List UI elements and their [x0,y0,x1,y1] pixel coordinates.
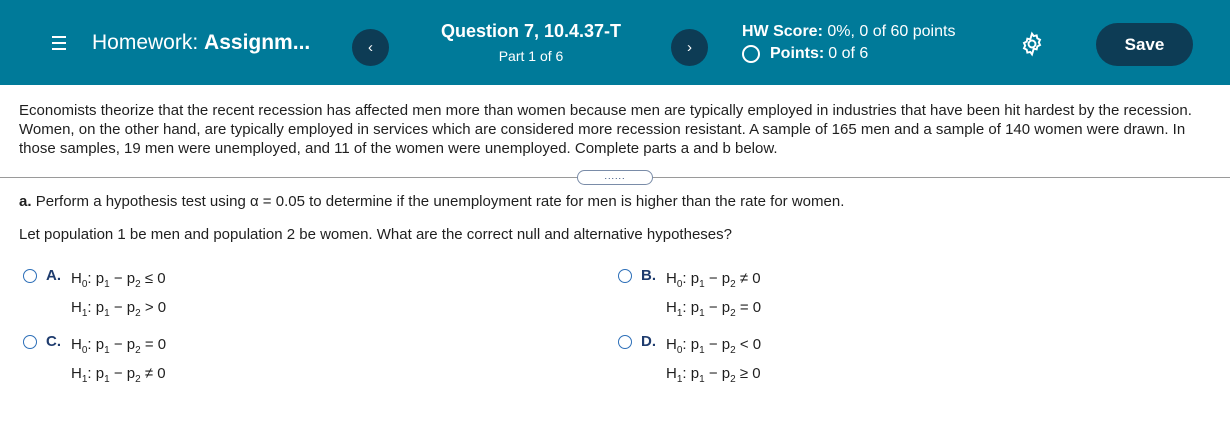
null-hypothesis: H0: p1 − p2 ≤ 0 [71,270,166,290]
null-hypothesis: H0: p1 − p2 < 0 [666,336,762,356]
question-part: Part 1 of 6 [498,48,564,64]
choice-letter: D. [641,333,656,350]
points-value: 0 of 6 [828,45,869,62]
choice-d[interactable]: D. H0: p1 − p2 < 0 H1: p1 − p2 ≥ 0 [618,333,761,391]
hw-score-value: 0%, 0 of 60 points [827,23,956,40]
points-status: Points: 0 of 6 [742,45,868,63]
top-bar: Homework: Assignm... ‹ Question 7, 10.4.… [0,0,1230,85]
save-button[interactable]: Save [1096,23,1193,66]
radio-button[interactable] [618,269,632,283]
hamburger-menu-icon[interactable] [52,36,66,50]
next-question-button[interactable]: › [671,29,708,66]
progress-circle-icon [742,45,760,63]
choice-letter: A. [46,267,61,284]
hw-score-label: HW Score: [742,23,823,40]
expand-toggle-button[interactable]: ...... [577,170,653,185]
null-hypothesis: H0: p1 − p2 = 0 [71,336,167,356]
homework-title: Homework: Assignm... [92,31,310,55]
question-prompt: Let population 1 be men and population 2… [19,226,732,243]
choice-letter: B. [641,267,656,284]
radio-button[interactable] [23,335,37,349]
hypotheses: H0: p1 − p2 < 0 H1: p1 − p2 ≥ 0 [666,333,761,391]
question-title: Question 7, 10.4.37-T [440,21,622,41]
radio-button[interactable] [618,335,632,349]
hypotheses: H0: p1 − p2 = 0 H1: p1 − p2 ≠ 0 [71,333,166,391]
gear-icon[interactable] [1019,31,1045,57]
radio-button[interactable] [23,269,37,283]
homework-prefix: Homework: [92,31,199,54]
choice-letter: C. [46,333,61,350]
null-hypothesis: H0: p1 − p2 ≠ 0 [666,270,761,290]
previous-question-button[interactable]: ‹ [352,29,389,66]
problem-statement: Economists theorize that the recent rece… [19,102,1192,157]
choice-a[interactable]: A. H0: p1 − p2 ≤ 0 H1: p1 − p2 > 0 [23,267,166,325]
choice-b[interactable]: B. H0: p1 − p2 ≠ 0 H1: p1 − p2 = 0 [618,267,761,325]
alternative-hypothesis: H1: p1 − p2 = 0 [666,299,762,319]
alternative-hypothesis: H1: p1 − p2 ≥ 0 [666,365,761,385]
question-info: Question 7, 10.4.37-T Part 1 of 6 [400,21,662,64]
hypotheses: H0: p1 − p2 ≠ 0 H1: p1 − p2 = 0 [666,267,761,325]
part-a-letter: a. [19,193,32,210]
choice-c[interactable]: C. H0: p1 − p2 = 0 H1: p1 − p2 ≠ 0 [23,333,166,391]
hw-score: HW Score: 0%, 0 of 60 points [742,23,955,41]
homework-name: Assignm... [204,31,311,54]
part-a-instruction: a. Perform a hypothesis test using α = 0… [19,193,844,210]
alternative-hypothesis: H1: p1 − p2 > 0 [71,299,167,319]
hypotheses: H0: p1 − p2 ≤ 0 H1: p1 − p2 > 0 [71,267,166,325]
alternative-hypothesis: H1: p1 − p2 ≠ 0 [71,365,166,385]
part-a-text: Perform a hypothesis test using α = 0.05… [35,193,845,210]
points-label: Points: [770,45,825,62]
